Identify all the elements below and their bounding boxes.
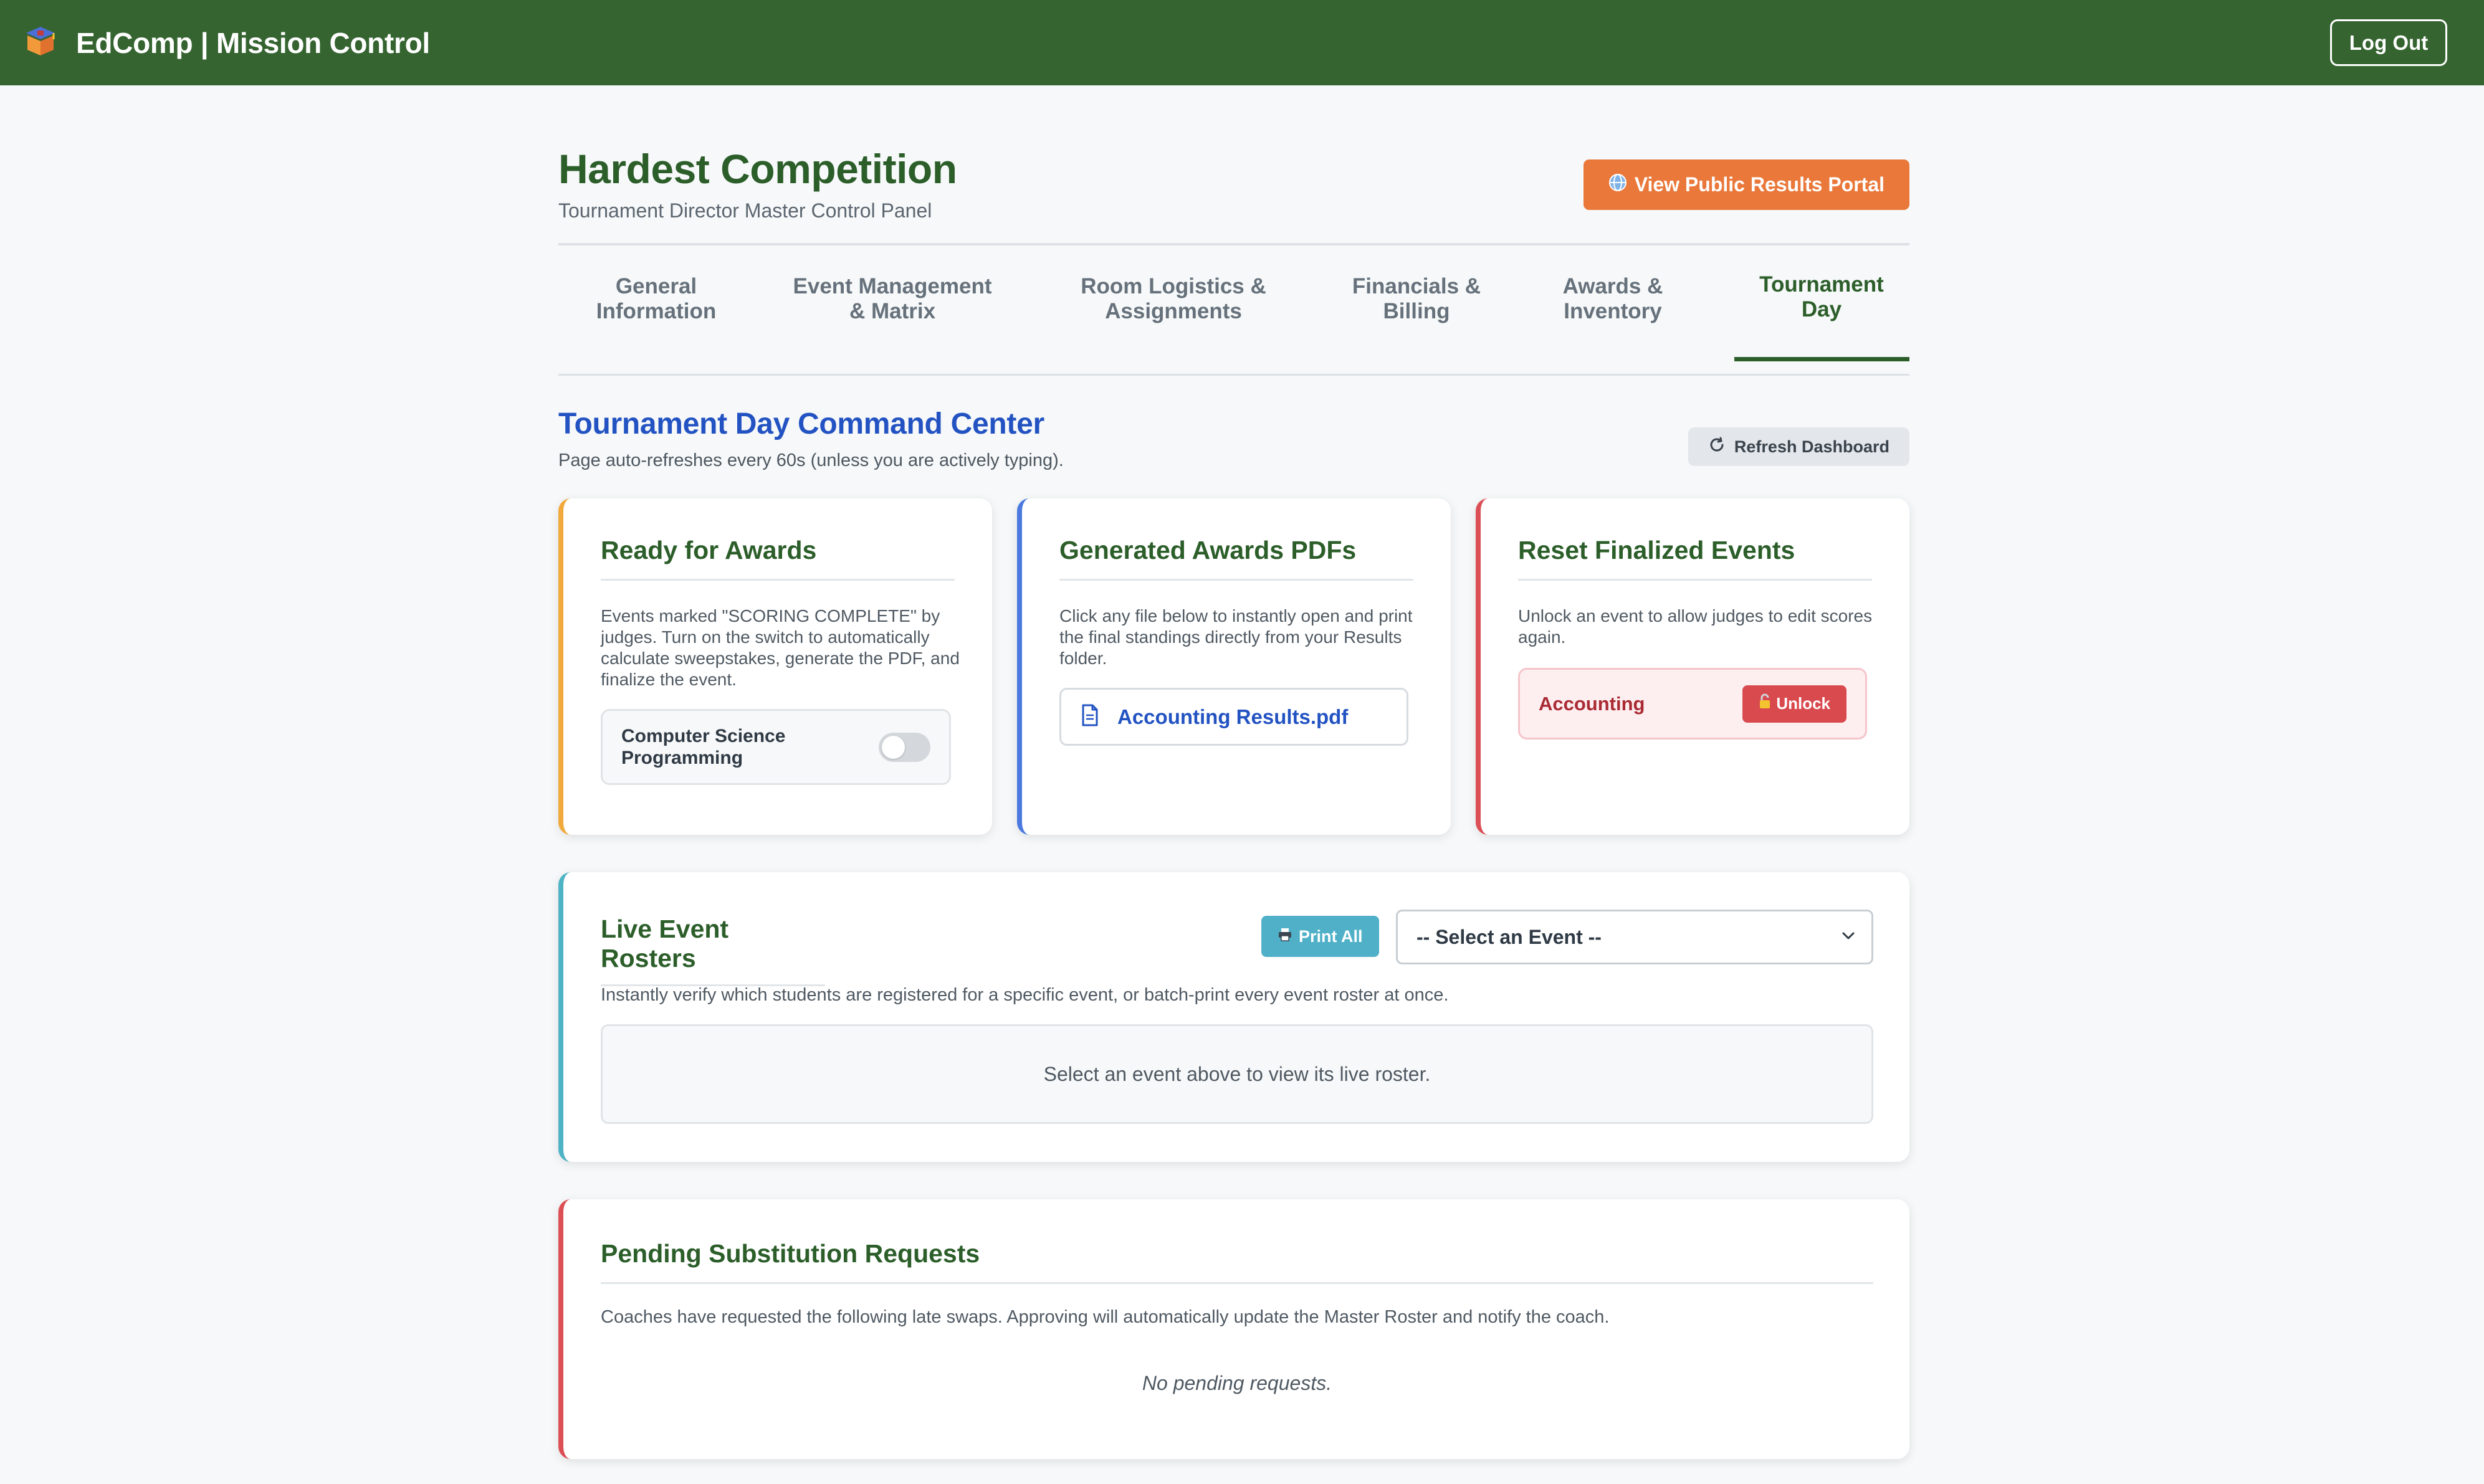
globe-icon	[1608, 173, 1627, 197]
tab-label: Financials &	[1352, 274, 1481, 298]
live-rosters-description: Instantly verify which students are regi…	[601, 985, 1449, 1005]
reset-events-title: Reset Finalized Events	[1518, 536, 1872, 581]
tab-label: Tournament	[1759, 272, 1884, 297]
tab-event-management[interactable]: Event Management & Matrix	[786, 274, 998, 324]
tab-bar: General Information Event Management & M…	[558, 245, 1909, 376]
live-event-rosters-card: Live Event Rosters Print All -- Select a…	[558, 872, 1909, 1162]
awards-event-item: Computer Science Programming	[601, 709, 951, 785]
tab-label: Room Logistics &	[1081, 274, 1266, 298]
ready-for-awards-description: Events marked "SCORING COMPLETE" by judg…	[601, 606, 960, 689]
graduation-box-icon	[24, 24, 57, 61]
generated-pdfs-description: Click any file below to instantly open a…	[1059, 606, 1413, 668]
unlock-label: Unlock	[1776, 694, 1830, 713]
refresh-icon	[1708, 436, 1726, 458]
live-rosters-title: Live Event Rosters	[601, 915, 825, 986]
top-nav-bar: EdComp | Mission Control Log Out	[0, 0, 2484, 85]
pdf-file-name: Accounting Results.pdf	[1117, 705, 1349, 728]
tab-label: Assignments	[1105, 299, 1242, 323]
awards-event-name: Programming	[621, 748, 743, 768]
printer-icon	[1278, 927, 1292, 946]
app-title: EdComp | Mission Control	[76, 26, 430, 59]
substitution-title: Pending Substitution Requests	[601, 1239, 1873, 1284]
command-center-header: Tournament Day Command Center Page auto-…	[558, 376, 1909, 494]
print-all-label: Print All	[1299, 926, 1363, 946]
view-public-results-label: View Public Results Portal	[1634, 173, 1884, 196]
pdf-file-link[interactable]: Accounting Results.pdf	[1059, 688, 1408, 746]
tab-label: Information	[596, 299, 717, 323]
reset-events-description: Unlock an event to allow judges to edit …	[1518, 606, 1873, 647]
unlock-icon	[1759, 693, 1771, 714]
auto-refresh-note: Page auto-refreshes every 60s (unless yo…	[558, 450, 1064, 470]
awards-event-label: Computer Science Programming	[621, 725, 785, 769]
tab-label: Event Management	[793, 274, 992, 298]
ready-for-awards-title: Ready for Awards	[601, 536, 955, 581]
main-content: Hardest Competition Tournament Director …	[558, 85, 1909, 494]
tab-general-information[interactable]: General Information	[586, 274, 727, 324]
tab-label: & Matrix	[849, 299, 936, 323]
unlock-button[interactable]: Unlock	[1742, 685, 1846, 723]
logout-button[interactable]: Log Out	[2330, 19, 2447, 66]
tab-financials-billing[interactable]: Financials & Billing	[1345, 274, 1488, 324]
tab-awards-inventory[interactable]: Awards & Inventory	[1552, 274, 1674, 324]
awards-event-name: Computer Science	[621, 726, 786, 746]
page-subtitle: Tournament Director Master Control Panel	[558, 199, 932, 222]
finalized-event-name: Accounting	[1539, 692, 1645, 715]
refresh-dashboard-label: Refresh Dashboard	[1734, 437, 1889, 456]
page-title: Hardest Competition	[558, 146, 957, 192]
event-select-dropdown[interactable]: -- Select an Event --	[1396, 910, 1873, 964]
refresh-dashboard-button[interactable]: Refresh Dashboard	[1688, 427, 1909, 466]
no-pending-requests-text: No pending requests.	[1142, 1372, 1332, 1394]
print-all-button[interactable]: Print All	[1261, 916, 1379, 957]
tab-label: Billing	[1383, 299, 1450, 323]
tab-tournament-day[interactable]: Tournament Day	[1734, 272, 1909, 322]
finalize-toggle-switch[interactable]	[879, 732, 930, 762]
tab-label: Inventory	[1564, 299, 1662, 323]
tab-label: Day	[1801, 297, 1842, 321]
pending-substitution-card: Pending Substitution Requests Coaches ha…	[558, 1199, 1909, 1459]
page-header: Hardest Competition Tournament Director …	[558, 85, 1909, 245]
view-public-results-button[interactable]: View Public Results Portal	[1583, 159, 1909, 210]
tab-room-logistics[interactable]: Room Logistics & Assignments	[1071, 274, 1276, 324]
document-icon	[1081, 704, 1099, 730]
brand: EdComp | Mission Control	[24, 24, 430, 61]
ready-for-awards-card: Ready for Awards Events marked "SCORING …	[558, 498, 992, 835]
roster-placeholder-text: Select an event above to view its live r…	[1043, 1062, 1431, 1085]
chevron-down-icon	[1842, 931, 1855, 943]
finalized-event-row: Accounting Unlock	[1518, 668, 1867, 740]
active-tab-indicator	[1734, 357, 1909, 361]
tab-label: Awards &	[1562, 274, 1663, 298]
generated-awards-pdfs-card: Generated Awards PDFs Click any file bel…	[1017, 498, 1451, 835]
command-center-title: Tournament Day Command Center	[558, 407, 1044, 440]
substitution-description: Coaches have requested the following lat…	[601, 1307, 1610, 1327]
event-select-value: -- Select an Event --	[1416, 925, 1602, 948]
tab-label: General	[615, 274, 697, 298]
roster-placeholder-box: Select an event above to view its live r…	[601, 1024, 1873, 1124]
reset-finalized-events-card: Reset Finalized Events Unlock an event t…	[1476, 498, 1909, 835]
generated-pdfs-title: Generated Awards PDFs	[1059, 536, 1413, 581]
